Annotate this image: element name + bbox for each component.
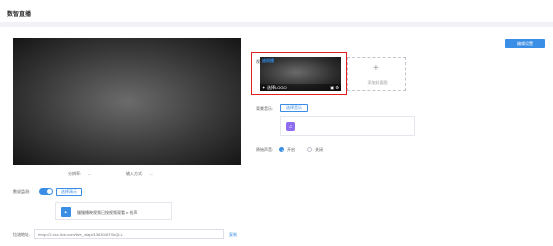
copy-link[interactable]: 复制 <box>229 232 237 238</box>
pull-url-field[interactable]: rtmp://2.xxx-live.com/live_xtapi/13630/A… <box>34 229 224 239</box>
top-bar: 数智直播 <box>0 0 553 22</box>
add-cover-box[interactable]: + 添加封面图 <box>347 57 406 91</box>
page-title: 数智直播 <box>7 12 32 18</box>
edit-settings-button[interactable]: 编辑设置 <box>505 39 545 48</box>
resolution-label: 分辨率: <box>68 171 82 176</box>
monitor-toggle[interactable] <box>39 188 53 195</box>
live-preview-player[interactable] <box>13 38 241 165</box>
video-thumbnail-icon: ▶ <box>61 207 71 217</box>
pull-url-label: 拉流地址: <box>13 232 31 237</box>
select-music-button[interactable]: 选择音乐 <box>280 104 308 112</box>
select-demo-button[interactable]: 选择演示 <box>56 188 82 196</box>
monitor-label: 数说监测: <box>13 189 31 194</box>
info-text: 慢慢播映视频已按视频观看 n 份声 <box>77 210 138 215</box>
sound-on-label: 开启 <box>287 147 295 152</box>
input-mode-value: -- <box>150 171 153 176</box>
cover-highlight-box <box>251 52 347 95</box>
music-box: ♫ <box>280 116 415 136</box>
resolution-value: -- <box>88 171 91 176</box>
info-card: ▶ 慢慢播映视频已按视频观看 n 份声 <box>55 202 172 220</box>
add-cover-label: 添加封面图 <box>367 80 388 85</box>
plus-icon: + <box>373 63 379 74</box>
input-mode-label: 输入方式: <box>126 171 144 176</box>
music-label: 背景音乐: <box>256 106 274 111</box>
sound-off-label: 关闭 <box>315 147 323 152</box>
sound-on-radio[interactable] <box>279 147 284 152</box>
music-note-icon: ♫ <box>286 122 295 131</box>
sound-off-radio[interactable] <box>307 147 312 152</box>
sound-label: 原始声音: <box>256 147 274 152</box>
